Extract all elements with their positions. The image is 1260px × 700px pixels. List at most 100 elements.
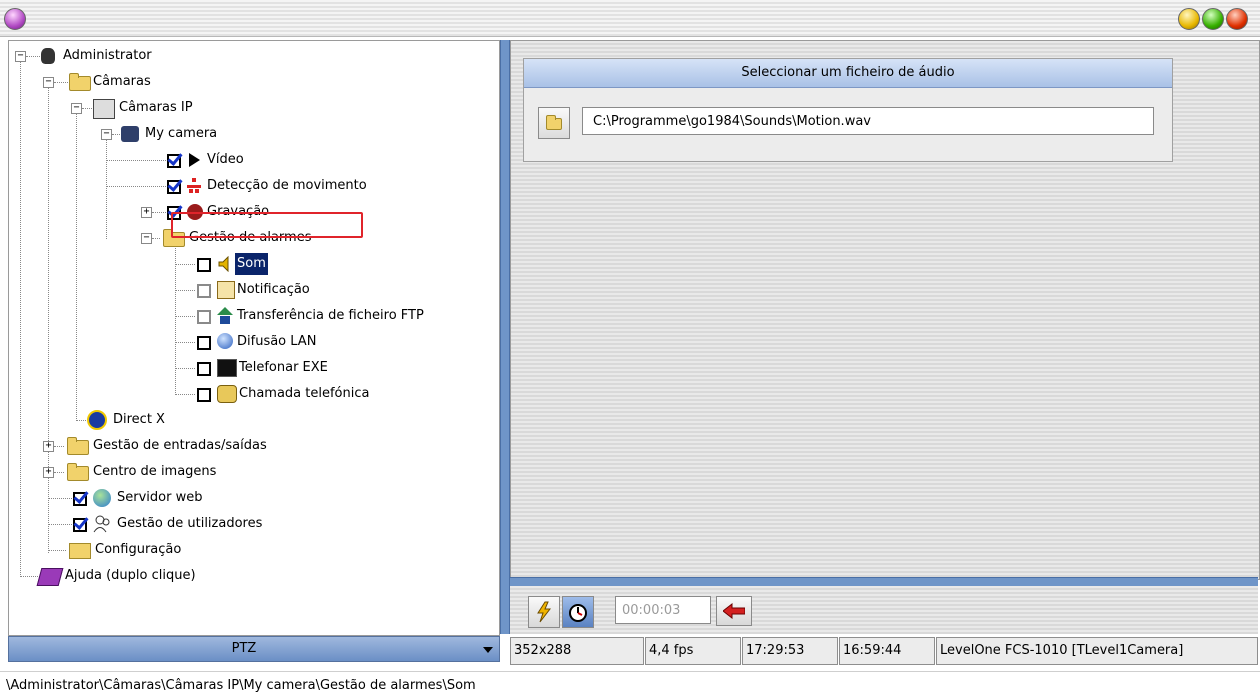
collapse-icon[interactable]: −	[43, 77, 54, 88]
tree-item-configuration[interactable]: Configuração	[9, 539, 489, 561]
directx-icon	[87, 410, 107, 430]
lightning-icon	[537, 601, 552, 623]
status-time-1: 17:29:53	[742, 637, 838, 665]
collapse-icon[interactable]: −	[15, 51, 26, 62]
tree-label: Notificação	[237, 282, 310, 297]
ftp-icon	[217, 307, 233, 325]
timer-field[interactable]: 00:00:03	[615, 596, 711, 624]
tree-item-ftp-transfer[interactable]: Transferência de ficheiro FTP	[9, 305, 489, 327]
audio-file-path-field[interactable]: C:\Programme\go1984\Sounds\Motion.wav	[582, 107, 1154, 135]
tree-label: Vídeo	[207, 152, 244, 167]
tree-label: Câmaras IP	[119, 100, 193, 115]
timer-button[interactable]	[562, 596, 594, 628]
close-button[interactable]	[1226, 8, 1248, 30]
expand-icon[interactable]: +	[43, 441, 54, 452]
globe-icon	[217, 333, 233, 349]
current-path: \Administrator\Câmaras\Câmaras IP\My cam…	[0, 671, 1260, 699]
tree-item-notification[interactable]: Notificação	[9, 279, 489, 301]
telephone-icon	[217, 385, 237, 403]
tree-label: Som	[235, 253, 268, 275]
tree-label: Transferência de ficheiro FTP	[237, 308, 424, 323]
audio-file-header: Seleccionar um ficheiro de áudio	[524, 59, 1172, 88]
maximize-button[interactable]	[1202, 8, 1224, 30]
status-resolution: 352x288	[510, 637, 644, 665]
notification-checkbox[interactable]	[197, 284, 211, 298]
tree-label: Câmaras	[93, 74, 151, 89]
collapse-icon[interactable]: −	[101, 129, 112, 140]
tree-label: Chamada telefónica	[239, 386, 370, 401]
tree-item-image-center[interactable]: + Centro de imagens	[9, 461, 489, 483]
apply-arrow-button[interactable]	[716, 596, 752, 626]
tree-label: Gestão de utilizadores	[117, 516, 263, 531]
collapse-icon[interactable]: −	[71, 103, 82, 114]
tree-item-web-server[interactable]: Servidor web	[9, 487, 489, 509]
help-book-icon	[36, 568, 64, 586]
motion-icon	[187, 178, 201, 194]
audio-file-group: Seleccionar um ficheiro de áudio C:\Prog…	[523, 58, 1173, 162]
network-camera-icon	[93, 99, 115, 119]
dropdown-arrow-icon	[483, 647, 493, 653]
tree-item-user-management[interactable]: Gestão de utilizadores	[9, 513, 489, 535]
tree-item-video[interactable]: Vídeo	[9, 149, 489, 171]
tree-item-motion-detection[interactable]: Detecção de movimento	[9, 175, 489, 197]
tree-item-my-camera[interactable]: − My camera	[9, 123, 489, 145]
users-icon	[93, 515, 111, 533]
config-folder-icon	[69, 543, 91, 559]
speaker-icon	[217, 255, 231, 273]
navigation-tree: − Administrator − Câmaras − Câmaras IP −…	[8, 40, 500, 636]
status-time-2: 16:59:44	[839, 637, 935, 665]
phone-call-checkbox[interactable]	[197, 388, 211, 402]
app-menu-icon[interactable]	[4, 8, 26, 30]
expand-icon[interactable]: +	[141, 207, 152, 218]
folder-icon	[67, 463, 89, 481]
tree-label: Ajuda (duplo clique)	[65, 568, 196, 583]
tree-item-ip-cameras[interactable]: − Câmaras IP	[9, 97, 489, 119]
folder-icon	[67, 437, 89, 455]
phone-exe-checkbox[interactable]	[197, 362, 211, 376]
administrator-icon	[41, 48, 55, 64]
web-globe-icon	[93, 489, 111, 507]
motion-detection-checkbox[interactable]	[167, 180, 181, 194]
tree-label: Configuração	[95, 542, 182, 557]
folder-icon	[546, 115, 562, 130]
tree-item-administrator[interactable]: − Administrator	[9, 45, 489, 67]
video-checkbox[interactable]	[167, 154, 181, 168]
tree-label: Difusão LAN	[237, 334, 317, 349]
lan-broadcast-checkbox[interactable]	[197, 336, 211, 350]
tree-label: Centro de imagens	[93, 464, 217, 479]
ptz-dropdown[interactable]: PTZ	[8, 636, 500, 662]
user-management-checkbox[interactable]	[73, 518, 87, 532]
vertical-splitter[interactable]	[500, 40, 510, 634]
minimize-button[interactable]	[1178, 8, 1200, 30]
tree-label: Administrator	[63, 48, 152, 63]
stopwatch-icon	[569, 604, 587, 622]
tree-label: My camera	[145, 126, 218, 141]
ftp-checkbox[interactable]	[197, 310, 211, 324]
tree-label: Direct X	[113, 412, 165, 427]
expand-icon[interactable]: +	[43, 467, 54, 478]
tree-label: Servidor web	[117, 490, 203, 505]
collapse-icon[interactable]: −	[141, 233, 152, 244]
status-fps: 4,4 fps	[645, 637, 741, 665]
camera-icon	[121, 126, 139, 142]
play-icon	[189, 153, 200, 167]
tree-item-cameras[interactable]: − Câmaras	[9, 71, 489, 93]
tree-item-direct-x[interactable]: Direct X	[9, 409, 489, 431]
tree-item-sound[interactable]: Som	[9, 253, 489, 275]
selection-highlight	[171, 212, 363, 238]
tree-item-help[interactable]: Ajuda (duplo clique)	[9, 565, 489, 587]
status-camera: LevelOne FCS-1010 [TLevel1Camera]	[936, 637, 1258, 665]
browse-folder-button[interactable]	[538, 107, 570, 139]
web-server-checkbox[interactable]	[73, 492, 87, 506]
sound-checkbox[interactable]	[197, 258, 211, 272]
tree-item-lan-broadcast[interactable]: Difusão LAN	[9, 331, 489, 353]
left-arrow-icon	[723, 603, 745, 619]
tree-label: Gestão de entradas/saídas	[93, 438, 267, 453]
folder-icon	[69, 73, 91, 91]
tree-label: Detecção de movimento	[207, 178, 367, 193]
notification-icon	[217, 281, 235, 299]
tree-item-phone-call[interactable]: Chamada telefónica	[9, 383, 489, 405]
tree-item-phone-exe[interactable]: Telefonar EXE	[9, 357, 489, 379]
tree-item-io-management[interactable]: + Gestão de entradas/saídas	[9, 435, 489, 457]
trigger-button[interactable]	[528, 596, 560, 628]
